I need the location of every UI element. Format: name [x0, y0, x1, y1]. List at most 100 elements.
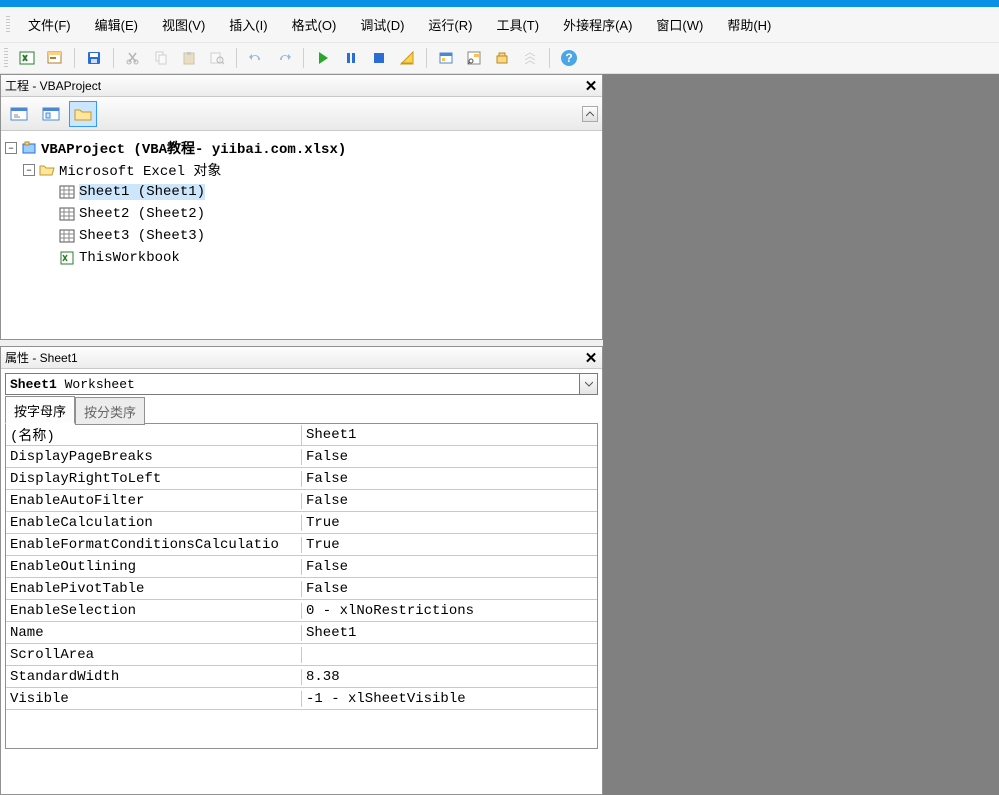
tree-workbook-label: ThisWorkbook — [79, 250, 180, 266]
property-row[interactable]: NameSheet1 — [6, 622, 597, 644]
property-row[interactable]: EnableAutoFilterFalse — [6, 490, 597, 512]
paste-button[interactable] — [176, 46, 202, 70]
menu-window[interactable]: 窗口(W) — [646, 11, 713, 38]
property-value[interactable]: 0 - xlNoRestrictions — [302, 603, 597, 619]
insert-userform-button[interactable] — [42, 46, 68, 70]
design-mode-button[interactable] — [394, 46, 420, 70]
property-value[interactable]: False — [302, 493, 597, 509]
copy-button[interactable] — [148, 46, 174, 70]
menu-help[interactable]: 帮助(H) — [717, 11, 781, 38]
toolbar-separator — [549, 48, 550, 68]
properties-grid[interactable]: (名称)Sheet1 DisplayPageBreaksFalse Displa… — [5, 423, 598, 749]
properties-panel-close-button[interactable]: ✕ — [580, 348, 602, 368]
property-value[interactable]: True — [302, 537, 597, 553]
tree-sheet-item[interactable]: Sheet1 (Sheet1) — [5, 181, 598, 203]
property-row[interactable]: Visible-1 - xlSheetVisible — [6, 688, 597, 710]
break-button[interactable] — [338, 46, 364, 70]
project-explorer-panel: 工程 - VBAProject ✕ − — [0, 74, 603, 340]
find-icon — [209, 50, 225, 66]
paste-icon — [181, 50, 197, 66]
object-browser-icon — [494, 50, 510, 66]
property-row[interactable]: (名称)Sheet1 — [6, 424, 597, 446]
worksheet-icon — [59, 206, 75, 222]
project-scroll-up[interactable] — [582, 106, 598, 122]
property-value[interactable]: True — [302, 515, 597, 531]
window-titlebar-stripe — [0, 0, 999, 7]
toolbox-button[interactable] — [517, 46, 543, 70]
reset-button[interactable] — [366, 46, 392, 70]
menu-file[interactable]: 文件(F) — [18, 11, 81, 38]
property-row[interactable]: EnableOutliningFalse — [6, 556, 597, 578]
cut-button[interactable] — [120, 46, 146, 70]
copy-icon — [153, 50, 169, 66]
run-button[interactable] — [310, 46, 336, 70]
properties-window-button[interactable] — [461, 46, 487, 70]
tab-alphabetic[interactable]: 按字母序 — [5, 396, 75, 424]
undo-button[interactable] — [243, 46, 269, 70]
tree-sheet-item[interactable]: Sheet2 (Sheet2) — [5, 203, 598, 225]
property-value[interactable]: False — [302, 471, 597, 487]
find-button[interactable] — [204, 46, 230, 70]
tree-toggle-minus-icon[interactable]: − — [5, 142, 17, 154]
property-row[interactable]: EnableFormatConditionsCalculatioTrue — [6, 534, 597, 556]
property-value[interactable]: Sheet1 — [302, 427, 597, 443]
tree-sheet-item[interactable]: Sheet3 (Sheet3) — [5, 225, 598, 247]
property-value[interactable]: False — [302, 559, 597, 575]
tree-project-root[interactable]: − VBAProject (VBA教程- yiibai.com.xlsx) — [5, 137, 598, 159]
property-row[interactable]: ScrollArea — [6, 644, 597, 666]
tree-item-label: Sheet2 (Sheet2) — [79, 206, 205, 222]
menu-tools[interactable]: 工具(T) — [486, 11, 549, 38]
view-excel-button[interactable] — [14, 46, 40, 70]
menu-insert[interactable]: 插入(I) — [219, 11, 277, 38]
form-icon — [47, 50, 63, 66]
project-tree[interactable]: − VBAProject (VBA教程- yiibai.com.xlsx) − … — [1, 131, 602, 315]
menubar-grip-icon — [6, 16, 10, 34]
object-selector-dropdown[interactable]: Sheet1 Worksheet — [5, 373, 598, 395]
save-button[interactable] — [81, 46, 107, 70]
tab-categorized[interactable]: 按分类序 — [75, 397, 145, 425]
property-row[interactable]: EnableCalculationTrue — [6, 512, 597, 534]
view-code-button[interactable] — [5, 101, 33, 127]
property-row[interactable]: StandardWidth8.38 — [6, 666, 597, 688]
toolbar-separator — [426, 48, 427, 68]
ruler-triangle-icon — [399, 50, 415, 66]
tree-workbook-item[interactable]: ThisWorkbook — [5, 247, 598, 269]
project-panel-close-button[interactable]: ✕ — [580, 76, 602, 96]
menu-debug[interactable]: 调试(D) — [350, 11, 414, 38]
folder-open-icon — [39, 162, 55, 178]
object-selector-arrow-button[interactable] — [579, 374, 597, 394]
object-browser-button[interactable] — [489, 46, 515, 70]
properties-window-icon — [466, 50, 482, 66]
menu-run[interactable]: 运行(R) — [418, 11, 482, 38]
property-value[interactable]: -1 - xlSheetVisible — [302, 691, 597, 707]
pause-icon — [343, 50, 359, 66]
property-value[interactable]: 8.38 — [302, 669, 597, 685]
help-button[interactable]: ? — [556, 46, 582, 70]
help-icon: ? — [560, 49, 578, 67]
workbook-icon — [59, 250, 75, 266]
property-value[interactable]: False — [302, 449, 597, 465]
tree-group[interactable]: − Microsoft Excel 对象 — [5, 159, 598, 181]
property-row[interactable]: EnableSelection0 - xlNoRestrictions — [6, 600, 597, 622]
menu-view[interactable]: 视图(V) — [152, 11, 215, 38]
property-name: Visible — [6, 691, 302, 707]
project-explorer-button[interactable] — [433, 46, 459, 70]
menu-addins[interactable]: 外接程序(A) — [553, 11, 642, 38]
toggle-folders-button[interactable] — [69, 101, 97, 127]
tree-item-label: Sheet3 (Sheet3) — [79, 228, 205, 244]
property-row[interactable]: DisplayRightToLeftFalse — [6, 468, 597, 490]
property-name: Name — [6, 625, 302, 641]
property-row[interactable]: EnablePivotTableFalse — [6, 578, 597, 600]
view-object-button[interactable] — [37, 101, 65, 127]
tree-root-label: VBAProject (VBA教程- yiibai.com.xlsx) — [41, 138, 346, 158]
menu-format[interactable]: 格式(O) — [282, 11, 347, 38]
object-icon — [42, 106, 60, 122]
menu-edit[interactable]: 编辑(E) — [85, 11, 148, 38]
property-value[interactable]: Sheet1 — [302, 625, 597, 641]
property-row[interactable]: DisplayPageBreaksFalse — [6, 446, 597, 468]
property-name: EnableOutlining — [6, 559, 302, 575]
property-value[interactable]: False — [302, 581, 597, 597]
properties-panel-title: 属性 - Sheet1 — [5, 349, 78, 366]
tree-toggle-minus-icon[interactable]: − — [23, 164, 35, 176]
redo-button[interactable] — [271, 46, 297, 70]
